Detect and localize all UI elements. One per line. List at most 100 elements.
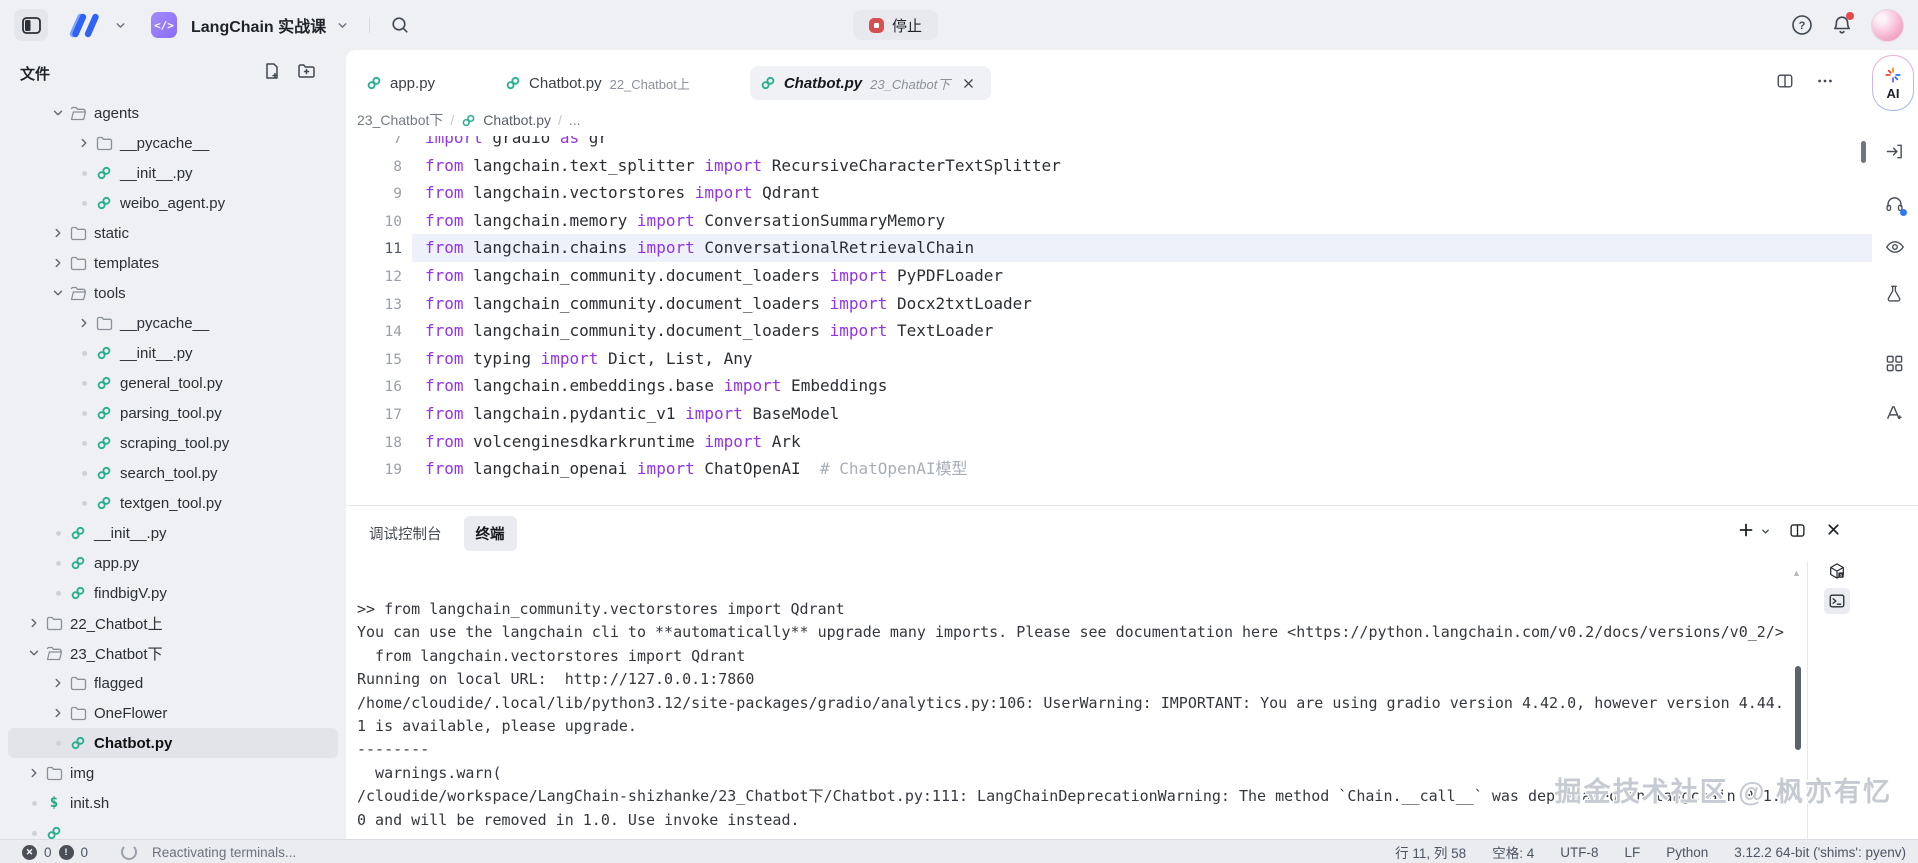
tree-folder-row[interactable]: agents <box>8 98 338 128</box>
font-settings-icon[interactable] <box>1885 403 1904 422</box>
status-cursor-position[interactable]: 行 11, 列 58 <box>1395 842 1466 862</box>
breadcrumb-file[interactable]: Chatbot.py <box>483 112 551 128</box>
tree-folder-row[interactable]: img <box>8 758 338 788</box>
file-explorer: 文件 agents__pycache____init__.pyweibo_age… <box>0 50 346 839</box>
file-name: weibo_agent.py <box>120 195 225 212</box>
line-number: 10 <box>346 209 425 237</box>
search-icon[interactable] <box>390 15 410 35</box>
tree-file-row[interactable]: __init__.py <box>8 158 338 188</box>
sandbox-cube-icon[interactable]: s <box>1824 558 1850 584</box>
terminal-line: 1 is available, please upgrade. <box>357 715 1802 738</box>
tree-folder-row[interactable]: __pycache__ <box>8 128 338 158</box>
terminal-line: -------- <box>357 738 1802 761</box>
code-editor[interactable]: 7import gradio as gr8from langchain.text… <box>346 136 1872 505</box>
tree-file-row[interactable]: weibo_agent.py <box>8 188 338 218</box>
tree-folder-row[interactable]: 23_Chatbot下 <box>8 638 338 668</box>
tree-file-row[interactable]: findbigV.py <box>8 578 338 608</box>
support-headset-icon[interactable] <box>1885 195 1904 214</box>
code-line: 16from langchain.embeddings.base import … <box>346 372 1872 400</box>
split-editor-icon[interactable] <box>1776 72 1794 90</box>
folder-name: templates <box>94 255 159 272</box>
panel-tab[interactable]: 终端 <box>464 516 517 551</box>
avatar[interactable] <box>1871 9 1904 42</box>
tree-folder-row[interactable]: static <box>8 218 338 248</box>
terminal-output[interactable]: >> from langchain_community.vectorstores… <box>357 598 1802 838</box>
tree-file-row[interactable]: __init__.py <box>8 518 338 548</box>
toggle-sidebar-button[interactable] <box>14 9 48 41</box>
eye-preview-icon[interactable] <box>1885 237 1905 257</box>
tree-file-row[interactable] <box>8 818 338 839</box>
editor-tab[interactable]: Chatbot.py23_Chatbot下 <box>750 66 992 100</box>
chevron-down-icon[interactable] <box>336 19 349 32</box>
tree-file-row[interactable]: textgen_tool.py <box>8 488 338 518</box>
status-indentation[interactable]: 空格: 4 <box>1492 842 1534 862</box>
new-file-button[interactable] <box>263 62 281 80</box>
status-bar: ✕ 0 ! 0 Reactivating terminals... 行 11, … <box>0 839 1918 863</box>
stop-icon <box>869 18 884 33</box>
status-eol[interactable]: LF <box>1624 845 1640 860</box>
tree-file-row[interactable]: parsing_tool.py <box>8 398 338 428</box>
tree-folder-row[interactable]: templates <box>8 248 338 278</box>
extensions-grid-icon[interactable] <box>1885 354 1904 373</box>
code-line: 15from typing import Dict, List, Any <box>346 345 1872 373</box>
file-name: general_tool.py <box>120 375 223 392</box>
workspace-name[interactable]: LangChain 实战课 <box>191 13 326 37</box>
code-line: 11from langchain.chains import Conversat… <box>346 234 1872 262</box>
stop-label: 停止 <box>892 15 922 36</box>
terminal-scrollbar[interactable] <box>1795 666 1801 750</box>
new-folder-button[interactable] <box>297 62 316 80</box>
notifications-bell-icon[interactable] <box>1831 14 1853 36</box>
code-text: from volcenginesdkarkruntime import Ark <box>425 428 801 456</box>
tree-file-row[interactable]: scraping_tool.py <box>8 428 338 458</box>
line-number: 15 <box>346 347 425 375</box>
more-actions-icon[interactable] <box>1816 72 1834 90</box>
panel-divider <box>1807 561 1808 840</box>
tab-filename: Chatbot.py <box>529 75 602 92</box>
status-message: Reactivating terminals... <box>152 845 296 860</box>
close-tab-icon[interactable] <box>962 77 975 90</box>
close-panel-icon[interactable] <box>1826 522 1841 537</box>
tree-file-row[interactable]: general_tool.py <box>8 368 338 398</box>
editor-tab[interactable]: app.py <box>356 66 451 100</box>
errors-icon: ✕ <box>22 845 37 860</box>
breadcrumb-more[interactable]: ... <box>569 112 581 128</box>
flask-test-icon[interactable] <box>1885 284 1903 303</box>
terminal-dropdown-chevron-icon[interactable] <box>1760 526 1771 537</box>
tree-folder-row[interactable]: flagged <box>8 668 338 698</box>
terminal-session-icon[interactable] <box>1824 588 1850 614</box>
code-line: 10from langchain.memory import Conversat… <box>346 207 1872 235</box>
tree-folder-row[interactable]: 22_Chatbot上 <box>8 608 338 638</box>
folder-name: flagged <box>94 675 143 692</box>
panel-tab[interactable]: 调试控制台 <box>357 516 454 551</box>
code-text: from langchain.pydantic_v1 import BaseMo… <box>425 400 839 428</box>
tree-folder-row[interactable]: __pycache__ <box>8 308 338 338</box>
export-icon[interactable] <box>1885 142 1904 161</box>
divider <box>369 17 370 33</box>
tree-file-row[interactable]: app.py <box>8 548 338 578</box>
tree-file-row[interactable]: Chatbot.py <box>8 728 338 758</box>
code-line: 8from langchain.text_splitter import Rec… <box>346 152 1872 180</box>
python-file-icon <box>94 375 114 391</box>
python-file-icon <box>94 495 114 511</box>
status-python-interpreter[interactable]: 3.12.2 64-bit ('shims': pyenv) <box>1734 845 1906 860</box>
line-number: 11 <box>346 236 425 264</box>
help-icon[interactable]: ? <box>1791 14 1813 36</box>
tree-file-row[interactable]: __init__.py <box>8 338 338 368</box>
chevron-down-icon[interactable] <box>114 19 127 32</box>
tree-file-row[interactable]: $init.sh <box>8 788 338 818</box>
split-panel-icon[interactable] <box>1789 522 1806 539</box>
problems-status[interactable]: ✕ 0 ! 0 Reactivating terminals... <box>0 844 296 860</box>
stop-button[interactable]: 停止 <box>853 10 938 40</box>
top-bar: </> LangChain 实战课 停止 ? <box>0 0 1918 50</box>
file-dot-icon <box>24 831 44 836</box>
tree-file-row[interactable]: search_tool.py <box>8 458 338 488</box>
tree-folder-row[interactable]: OneFlower <box>8 698 338 728</box>
app-logo[interactable] <box>66 13 104 38</box>
editor-scrollbar[interactable] <box>1861 141 1866 163</box>
editor-tab[interactable]: Chatbot.py22_Chatbot上 <box>495 66 706 100</box>
tree-folder-row[interactable]: tools <box>8 278 338 308</box>
status-language-mode[interactable]: Python <box>1666 845 1708 860</box>
new-terminal-button[interactable] <box>1738 522 1754 538</box>
status-encoding[interactable]: UTF-8 <box>1560 845 1598 860</box>
breadcrumb-folder[interactable]: 23_Chatbot下 <box>357 110 443 130</box>
